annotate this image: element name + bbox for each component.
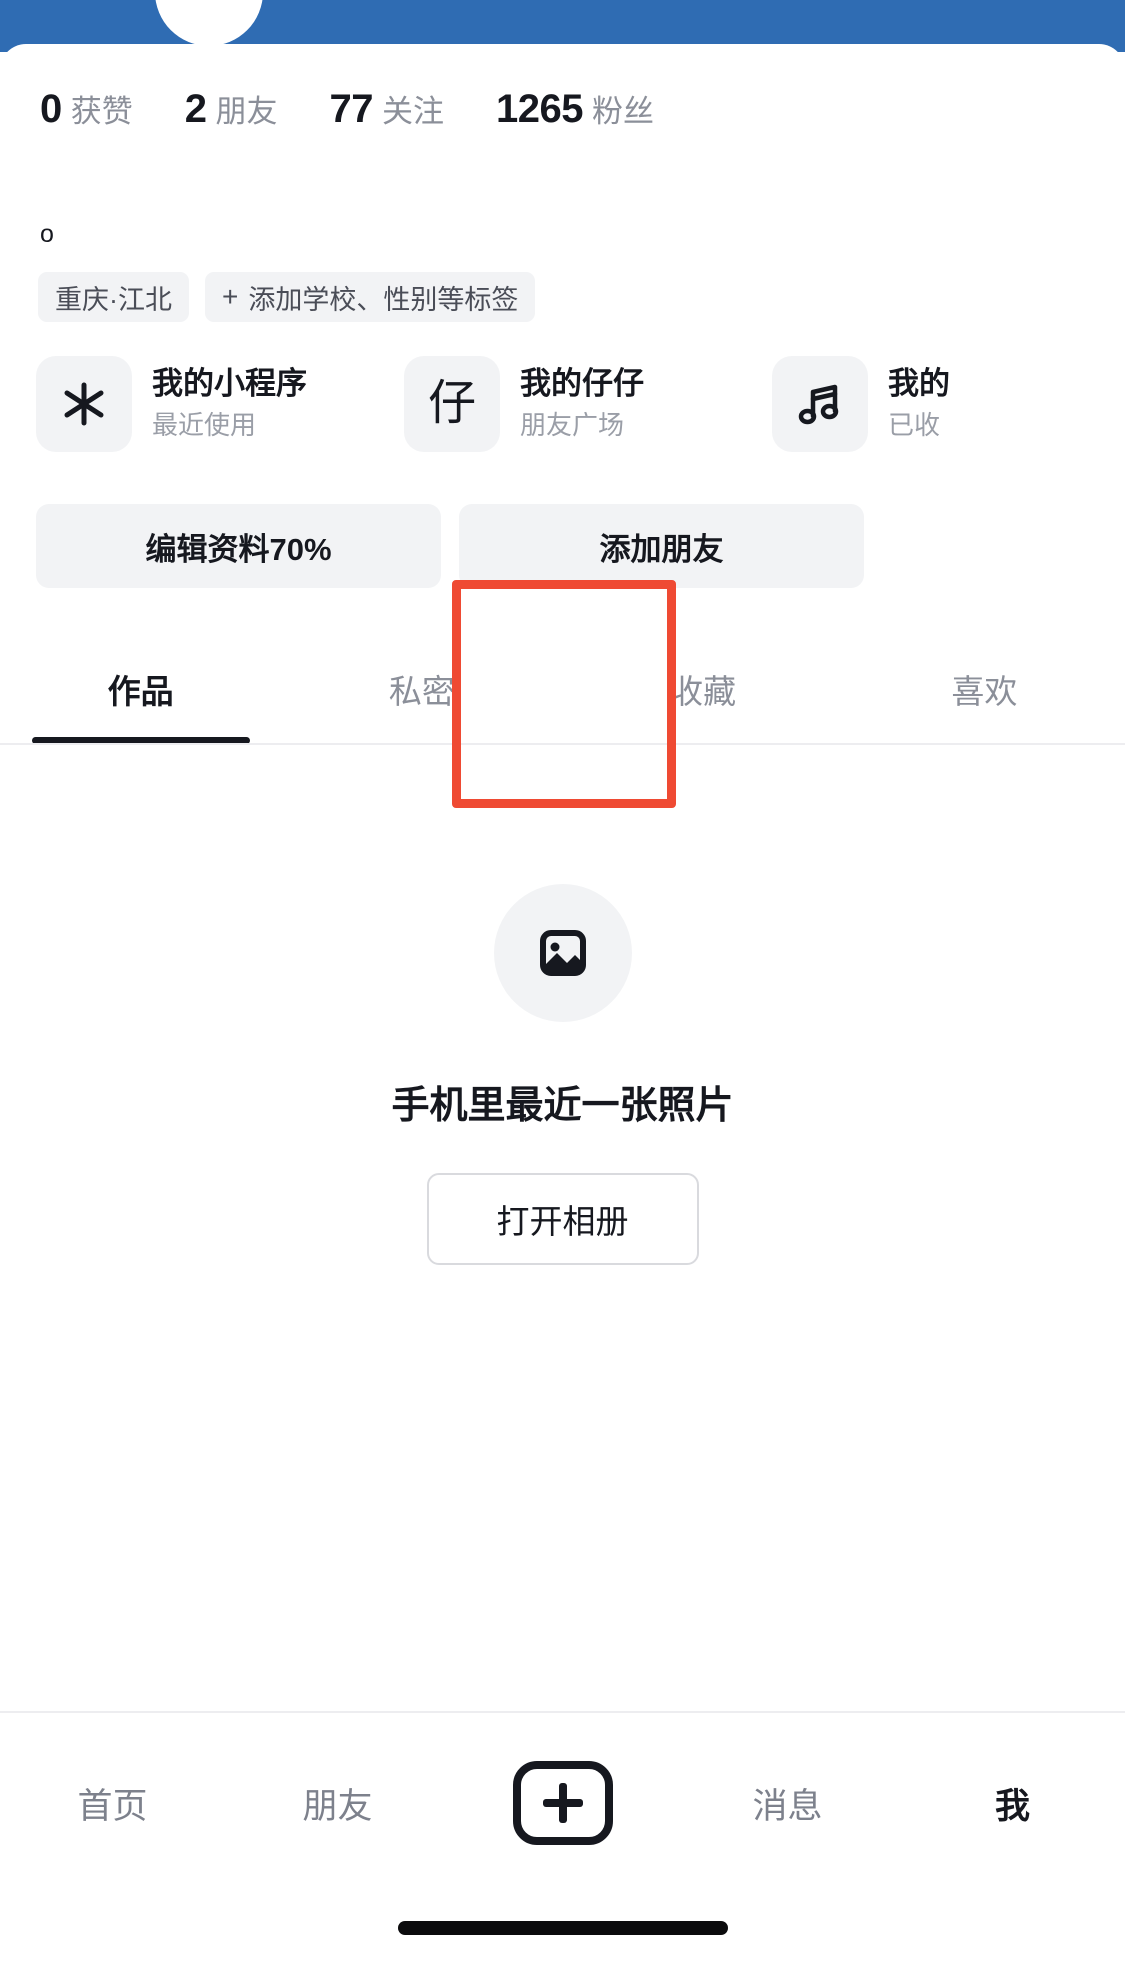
nav-item-friends[interactable]: 朋友 (225, 1778, 450, 1829)
profile-stats: 0 获赞 2 朋友 77 关注 1265 粉丝 (40, 86, 706, 132)
profile-tags: 重庆·江北 + 添加学校、性别等标签 (38, 272, 551, 322)
miniapp-title: 我的仔仔 (520, 366, 644, 402)
plus-icon: + (222, 281, 239, 312)
tabs-divider (0, 743, 1125, 745)
miniapp-title: 我的小程序 (152, 366, 307, 402)
edit-profile-button[interactable]: 编辑资料70% (36, 504, 441, 588)
miniapp-text: 我的 已收 (888, 365, 950, 443)
stat-friends[interactable]: 2 朋友 (185, 86, 278, 132)
miniapp-card-music[interactable]: 我的 已收 (772, 356, 1112, 452)
add-friend-button[interactable]: 添加朋友 (459, 504, 864, 588)
stat-friends-value: 2 (184, 87, 207, 131)
nav-item-messages[interactable]: 消息 (675, 1778, 900, 1829)
miniapp-subtitle: 最近使用 (152, 409, 257, 440)
tab-likes[interactable]: 喜欢 (844, 634, 1125, 744)
tab-private[interactable]: 私密 (281, 634, 562, 744)
miniapp-text: 我的仔仔 朋友广场 (520, 365, 644, 443)
miniapp-card-mini-program[interactable]: 我的小程序 最近使用 (36, 356, 376, 452)
stat-likes[interactable]: 0 获赞 (40, 86, 133, 132)
tab-favorites[interactable]: 收藏 (563, 634, 844, 744)
music-note-icon (772, 356, 868, 452)
zaizai-glyph: 仔 (427, 377, 476, 430)
miniapp-text: 我的小程序 最近使用 (152, 365, 307, 443)
stat-following-value: 77 (329, 87, 374, 131)
empty-state: 手机里最近一张照片 打开相册 (0, 884, 1125, 1265)
tab-private-label: 私密 (388, 673, 455, 710)
avatar[interactable] (155, 0, 263, 46)
image-placeholder-icon (493, 884, 632, 1022)
stat-followers-label: 粉丝 (591, 94, 654, 129)
tag-location-label: 重庆·江北 (55, 284, 172, 315)
profile-action-row: 编辑资料70% 添加朋友 (36, 504, 882, 588)
nav-item-home[interactable]: 首页 (0, 1778, 225, 1829)
profile-bio[interactable]: o (40, 222, 54, 247)
tab-works-label: 作品 (107, 673, 174, 710)
tag-add-tags[interactable]: + 添加学校、性别等标签 (205, 272, 536, 322)
tag-location[interactable]: 重庆·江北 (38, 272, 189, 322)
stat-followers[interactable]: 1265 粉丝 (496, 86, 654, 132)
nav-item-me-label: 我 (994, 1786, 1030, 1826)
content-tabs: 作品 私密 收藏 喜欢 (0, 634, 1125, 744)
nav-item-friends-label: 朋友 (302, 1786, 373, 1826)
plus-icon[interactable] (512, 1761, 613, 1845)
miniapp-subtitle: 朋友广场 (520, 409, 625, 440)
tag-add-tags-label: 添加学校、性别等标签 (248, 284, 519, 315)
profile-card: 0 获赞 2 朋友 77 关注 1265 粉丝 o 重庆·江北 + 添加学校、性… (0, 44, 1125, 1744)
bottom-navigation-bar: 首页 朋友 消息 我 (0, 1713, 1125, 1893)
stat-friends-label: 朋友 (215, 94, 278, 129)
miniapp-card-zaizai[interactable]: 仔 我的仔仔 朋友广场 (404, 356, 744, 452)
stat-followers-value: 1265 (496, 87, 583, 131)
nav-item-messages-label: 消息 (752, 1786, 823, 1826)
nav-item-create[interactable] (450, 1761, 675, 1845)
miniapp-subtitle: 已收 (888, 409, 941, 440)
plus-glyph (542, 1783, 583, 1823)
empty-state-title: 手机里最近一张照片 (391, 1085, 734, 1127)
app-screen: 0 获赞 2 朋友 77 关注 1265 粉丝 o 重庆·江北 + 添加学校、性… (0, 0, 1125, 1963)
stat-likes-label: 获赞 (70, 94, 133, 129)
stat-likes-value: 0 (40, 87, 62, 131)
tab-favorites-label: 收藏 (670, 673, 737, 710)
open-album-button[interactable]: 打开相册 (426, 1173, 699, 1265)
miniapp-shortcut-row: 我的小程序 最近使用 仔 我的仔仔 朋友广场 我的 已收 (36, 356, 1125, 452)
stat-following-label: 关注 (382, 94, 444, 129)
miniapp-title: 我的 (888, 366, 950, 402)
nav-item-me[interactable]: 我 (900, 1778, 1125, 1829)
home-indicator (397, 1921, 728, 1935)
tab-works[interactable]: 作品 (0, 634, 281, 744)
mini-program-icon (36, 356, 132, 452)
nav-item-home-label: 首页 (77, 1786, 148, 1826)
stat-following[interactable]: 77 关注 (330, 86, 445, 132)
zaizai-icon: 仔 (404, 356, 500, 452)
tab-likes-label: 喜欢 (951, 673, 1018, 710)
